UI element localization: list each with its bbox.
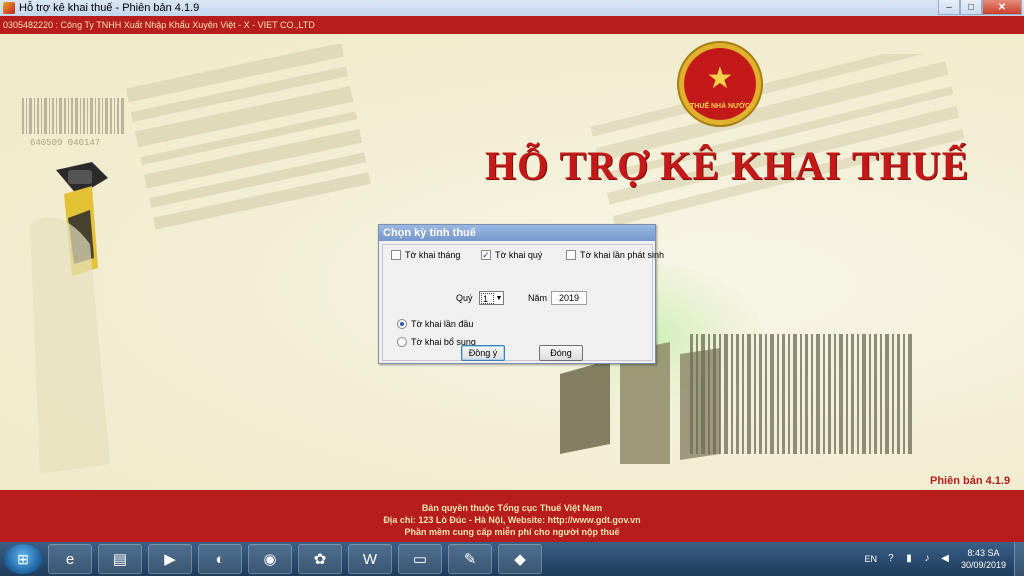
close-dialog-button[interactable]: Đóng — [539, 345, 583, 361]
tax-emblem-logo: ★ THUẾ NHÀ NƯỚC — [677, 41, 763, 127]
clock-time: 8:43 SA — [967, 548, 1000, 558]
barcode-graphic: 640509 040147 — [22, 98, 124, 148]
clock[interactable]: 8:43 SA 30/09/2019 — [961, 547, 1006, 571]
copyright-line: Bản quyền thuộc Tổng cục Thuế Việt Nam — [421, 503, 603, 513]
windows-taskbar: ⊞ e ▤ ▶ ◐ ◉ ✿ W ▭ ✎ ◆ EN ? ▮ ♪ ◀ 8:43 SA 30/09/20… — [0, 542, 1024, 576]
chevron-down-icon[interactable]: ▼ — [495, 295, 503, 302]
radio-icon — [397, 337, 407, 347]
windows-logo-icon: ⊞ — [17, 550, 29, 567]
paint-icon: ✎ — [463, 551, 477, 568]
taskbar-app-button[interactable]: ▶ — [148, 544, 192, 574]
taskbar-app-button[interactable]: W — [348, 544, 392, 574]
quarter-value: 1 — [481, 292, 494, 304]
taskbar-app-button[interactable]: ◆ — [498, 544, 542, 574]
scanner-shadow — [30, 217, 110, 475]
monthly-declaration-checkbox[interactable]: Tờ khai tháng — [391, 250, 460, 260]
barcode-stripes-right — [690, 334, 912, 454]
first-declaration-radio[interactable]: Tờ khai lần đầu — [397, 319, 473, 329]
dialog-panel: Tờ khai tháng ✓ Tờ khai quý Tờ khai lần … — [382, 244, 664, 361]
quarterly-declaration-checkbox[interactable]: ✓ Tờ khai quý — [481, 250, 542, 260]
year-input[interactable]: 2019 — [551, 291, 587, 305]
window-title: Hỗ trợ kê khai thuế - Phiên bản 4.1.9 — [19, 2, 200, 14]
help-icon[interactable]: ? — [885, 553, 897, 565]
taskbar-apps: e ▤ ▶ ◐ ◉ ✿ W ▭ ✎ ◆ — [42, 544, 542, 574]
system-tray: EN ? ▮ ♪ ◀ 8:43 SA 30/09/2019 — [864, 542, 1024, 576]
free-software-line: Phần mềm cung cấp miễn phí cho người nộp… — [404, 527, 620, 537]
tray-arrow-icon[interactable]: ◀ — [939, 553, 951, 565]
folder-icon: ▭ — [412, 551, 428, 568]
taskbar-app-button[interactable]: ✿ — [298, 544, 342, 574]
checkbox-label: Tờ khai lần phát sinh — [580, 250, 664, 260]
checkbox-label: Tờ khai quý — [495, 250, 543, 260]
version-label: Phiên bản 4.1.9 — [930, 475, 1011, 487]
page-title: HỖ TRỢ KÊ KHAI THUẾ — [485, 143, 970, 188]
taskbar-app-button[interactable]: ◉ — [248, 544, 292, 574]
checkbox-box — [391, 250, 401, 260]
coccoc-browser-icon: ◐ — [215, 550, 225, 568]
file-explorer-icon: ▤ — [112, 551, 128, 568]
maximize-button[interactable]: □ — [960, 0, 982, 15]
checkbox-box — [566, 250, 576, 260]
checkbox-label: Tờ khai tháng — [405, 250, 461, 260]
tax-period-dialog: Chọn kỳ tính thuế Tờ khai tháng ✓ Tờ kha… — [378, 224, 664, 364]
radio-selected-icon — [397, 319, 407, 329]
clock-date: 30/09/2019 — [960, 560, 1006, 570]
close-button[interactable]: ✕ — [982, 0, 1022, 15]
show-desktop-button[interactable] — [1014, 542, 1024, 576]
window-title-bar[interactable]: Hỗ trợ kê khai thuế - Phiên bản 4.1.9 – … — [0, 0, 1024, 16]
picasa-icon: ✿ — [313, 551, 327, 568]
network-icon[interactable]: ▮ — [903, 553, 915, 565]
address-line: Địa chỉ: 123 Lò Đúc - Hà Nội, Website: h… — [383, 515, 641, 525]
emblem-star: ★ — [707, 61, 734, 96]
taskbar-app-button[interactable]: ▤ — [98, 544, 142, 574]
chrome-icon: ◉ — [263, 551, 277, 568]
taskbar-app-button[interactable]: ▭ — [398, 544, 442, 574]
word-icon: W — [362, 550, 378, 568]
background-pattern — [125, 44, 371, 230]
window-controls: – □ ✕ — [938, 0, 1022, 15]
dialog-title[interactable]: Chọn kỳ tính thuế — [379, 225, 655, 241]
quarter-label: Quý — [456, 293, 473, 303]
year-label: Năm — [528, 293, 548, 303]
app-icon — [3, 2, 15, 14]
taskbar-app-button[interactable]: e — [48, 544, 92, 574]
radio-label: Tờ khai lần đầu — [411, 319, 474, 329]
ok-button[interactable]: Đồng ý — [461, 345, 505, 361]
quarter-select[interactable]: 1 ▼ — [479, 291, 504, 305]
minimize-button[interactable]: – — [938, 0, 960, 15]
company-info-bar: 0305482220 : Công Ty TNHH Xuất Nhập Khẩu… — [0, 16, 1024, 34]
htkk-icon: ◆ — [514, 551, 526, 568]
checkmark-icon: ✓ — [481, 250, 491, 260]
barcode-number: 640509 040147 — [30, 138, 100, 148]
media-player-icon: ▶ — [164, 551, 176, 568]
start-button[interactable]: ⊞ — [4, 544, 42, 574]
occasional-declaration-checkbox[interactable]: Tờ khai lần phát sinh — [566, 250, 664, 260]
taskbar-app-button[interactable]: ✎ — [448, 544, 492, 574]
internet-explorer-icon: e — [65, 550, 75, 568]
taskbar-app-button[interactable]: ◐ — [198, 544, 242, 574]
volume-icon[interactable]: ♪ — [921, 553, 933, 565]
copyright-footer: Bản quyền thuộc Tổng cục Thuế Việt Nam Đ… — [0, 490, 1024, 542]
language-indicator[interactable]: EN — [864, 554, 877, 564]
